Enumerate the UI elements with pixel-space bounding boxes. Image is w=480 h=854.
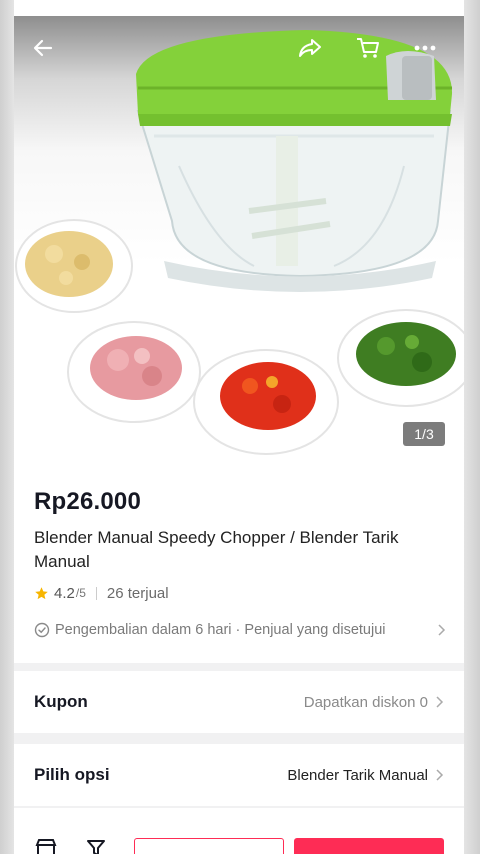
share-button[interactable] (297, 36, 331, 70)
sold-count: 26 terjual (106, 584, 169, 602)
coupon-value-wrap: Dapatkan diskon 0 (304, 694, 444, 711)
image-counter: 1/3 (403, 422, 445, 446)
top-strip (14, 0, 464, 16)
share-icon (299, 39, 321, 57)
coupon-label: Kupon (34, 692, 88, 711)
add-to-cart-button[interactable] (134, 838, 284, 854)
return-policy-row[interactable]: Pengembalian dalam 6 hari · Penjual yang… (34, 620, 446, 640)
chat-icon[interactable] (84, 836, 108, 854)
coupon-value: Dapatkan diskon 0 (303, 693, 428, 711)
product-image-gallery[interactable]: 1/3 (14, 16, 464, 466)
rating-max: /5 (75, 586, 86, 600)
rating-value: 4.2 (54, 584, 75, 602)
more-icon (414, 45, 436, 51)
options-value: Blender Tarik Manual (287, 766, 428, 784)
options-value-wrap: Blender Tarik Manual (287, 767, 444, 784)
coupon-row[interactable]: Kupon Dapatkan diskon 0 (14, 671, 464, 733)
left-edge (0, 0, 14, 854)
cart-icon (357, 38, 379, 58)
bottom-action-bar (14, 808, 464, 854)
right-edge (464, 0, 480, 854)
product-price: Rp26.000 (34, 488, 141, 515)
product-screen: 1/3 Rp26.000 Blender Manual Speedy Chopp… (14, 0, 464, 854)
product-title: Blender Manual Speedy Chopper / Blender … (34, 528, 399, 571)
cart-button[interactable] (355, 36, 389, 70)
return-policy-text: Pengembalian dalam 6 hari · Penjual yang… (55, 622, 386, 638)
chevron-right-icon (438, 624, 446, 636)
options-row[interactable]: Pilih opsi Blender Tarik Manual (14, 744, 464, 806)
chevron-right-icon (436, 696, 444, 708)
check-circle-icon (34, 622, 50, 638)
rating-row[interactable]: 4.2 /5 26 terjual (34, 583, 169, 603)
product-photo (15, 30, 464, 455)
options-label: Pilih opsi (34, 765, 110, 784)
chevron-right-icon (436, 769, 444, 781)
product-info: Rp26.000 Blender Manual Speedy Chopper /… (14, 466, 464, 663)
divider (95, 586, 97, 600)
more-button[interactable] (412, 36, 446, 70)
shop-icon[interactable] (34, 836, 58, 854)
back-arrow-icon (33, 39, 53, 57)
star-icon (35, 586, 48, 599)
back-button[interactable] (31, 36, 65, 70)
buy-now-button[interactable] (294, 838, 444, 854)
